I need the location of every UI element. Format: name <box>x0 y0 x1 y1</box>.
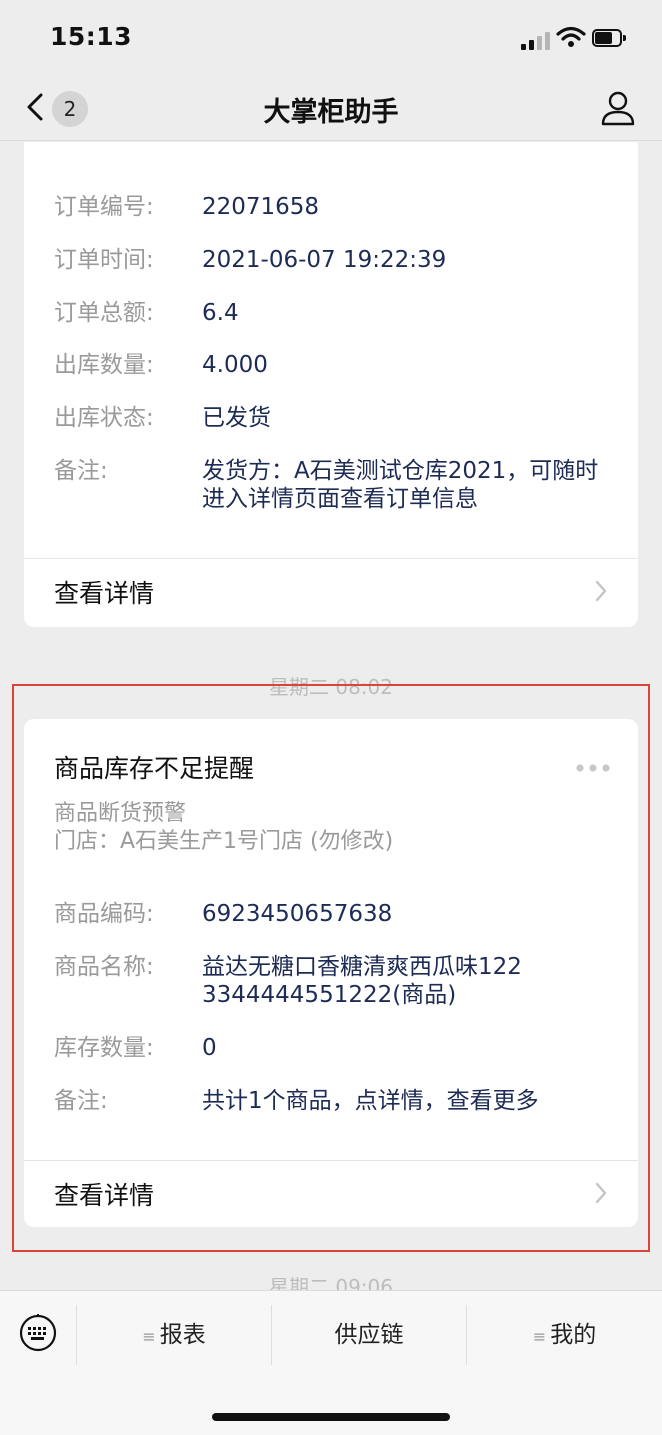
order-number-value: 22071658 <box>202 194 320 220</box>
menu-item-report[interactable]: ≡ 报表 <box>77 1291 271 1379</box>
menu-list-icon: ≡ <box>142 1327 156 1346</box>
wifi-icon <box>556 26 586 47</box>
outbound-status-value: 已发货 <box>202 405 271 431</box>
menu-item-mine[interactable]: ≡ 我的 <box>467 1291 662 1379</box>
outbound-status-label: 出库状态: <box>54 405 154 431</box>
order-time-label: 订单时间: <box>54 247 154 273</box>
outbound-quantity-label: 出库数量: <box>54 352 154 378</box>
order-total-value: 6.4 <box>202 300 239 326</box>
card-divider <box>24 558 638 559</box>
status-bar: 15:13 <box>0 0 662 76</box>
bottom-menu-bar: ≡ 报表 供应链 ≡ 我的 <box>0 1290 662 1435</box>
highlight-annotation-box <box>12 684 650 1252</box>
order-number-label: 订单编号: <box>54 194 154 220</box>
menu-list-icon: ≡ <box>532 1327 547 1346</box>
remark-value: 发货方：A石美测试仓库2021，可随时进入详情页面查看订单信息 <box>202 458 599 512</box>
chevron-right-icon[interactable] <box>594 579 608 603</box>
order-total-label: 订单总额: <box>54 300 154 326</box>
view-details-link[interactable]: 查看详情 <box>54 574 154 610</box>
order-message-card: 订单编号: 22071658 订单时间: 2021-06-07 19:22:39… <box>24 142 638 627</box>
outbound-quantity-value: 4.000 <box>202 352 268 378</box>
order-time-value: 2021-06-07 19:22:39 <box>202 247 447 273</box>
menu-item-label: 供应链 <box>334 1322 404 1348</box>
menu-item-label: 报表 <box>159 1322 206 1348</box>
remark-label: 备注: <box>54 458 108 484</box>
home-indicator[interactable] <box>212 1413 450 1421</box>
keyboard-icon[interactable] <box>18 1313 58 1353</box>
menu-item-label: 我的 <box>550 1322 597 1348</box>
cellular-signal-icon <box>521 30 551 50</box>
battery-icon <box>592 29 628 49</box>
user-icon[interactable] <box>598 88 638 128</box>
status-time: 15:13 <box>50 22 133 51</box>
nav-bar: 2 大掌柜助手 <box>0 76 662 141</box>
page-title: 大掌柜助手 <box>263 97 399 128</box>
menu-item-supply-chain[interactable]: 供应链 <box>272 1291 466 1379</box>
